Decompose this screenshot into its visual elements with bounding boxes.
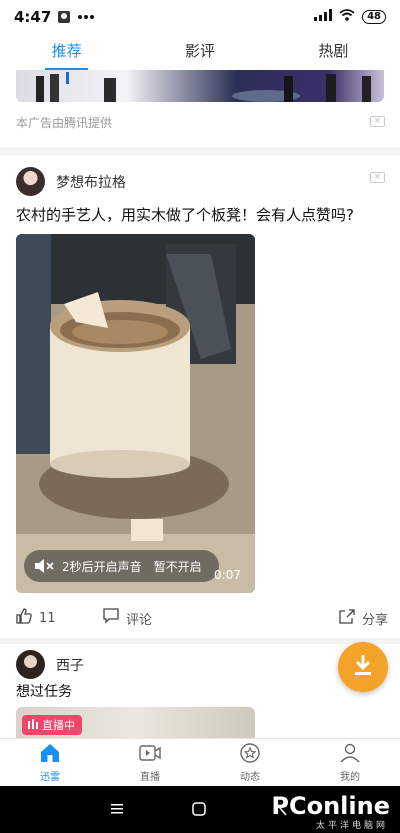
video-player[interactable]: 2秒后开启声音 暂不开启 0:07 — [16, 234, 255, 593]
live-bars-icon — [28, 718, 38, 732]
sound-tip-bar: 2秒后开启声音 暂不开启 — [24, 550, 219, 582]
nav-home[interactable]: 迅雷 — [0, 739, 100, 786]
download-icon — [351, 653, 375, 681]
download-fab[interactable] — [338, 642, 388, 692]
avatar[interactable] — [16, 167, 45, 196]
menu-icon[interactable] — [110, 801, 124, 820]
nav-profile-label: 我的 — [340, 771, 360, 783]
status-bar: 4:47 48 — [0, 0, 400, 34]
mute-icon[interactable] — [34, 558, 56, 574]
battery-indicator: 48 — [362, 10, 386, 24]
home-square-icon[interactable] — [192, 801, 206, 820]
comment-icon — [103, 608, 119, 628]
share-label: 分享 — [362, 612, 389, 628]
share-icon — [339, 608, 355, 628]
sound-tip-text: 2秒后开启声音 — [62, 559, 142, 574]
tab-reviews[interactable]: 影评 — [133, 34, 266, 70]
comment-label: 评论 — [126, 612, 153, 628]
person-icon — [339, 743, 361, 766]
post-author[interactable]: 西子 — [56, 655, 84, 675]
wifi-icon — [339, 9, 355, 25]
signal-icon — [314, 9, 333, 25]
ad-close-icon[interactable]: × — [370, 116, 385, 127]
share-button[interactable]: 分享 — [339, 608, 388, 628]
star-circle-icon — [239, 742, 261, 766]
post-author[interactable]: 梦想布拉格 — [56, 172, 126, 192]
tab-recommend[interactable]: 推荐 — [0, 34, 133, 70]
live-video-icon — [139, 743, 161, 766]
comment-button[interactable]: 评论 — [103, 608, 152, 628]
home-icon — [39, 743, 61, 766]
live-badge-label: 直播中 — [42, 719, 75, 732]
notification-icon — [57, 10, 71, 24]
top-tabs: 推荐 影评 热剧 — [0, 34, 400, 70]
video-duration: 0:07 — [214, 568, 241, 582]
feed-divider — [0, 638, 400, 644]
ad-banner-image[interactable] — [16, 70, 384, 102]
nav-feed-label: 动态 — [240, 771, 260, 783]
like-button[interactable]: 11 — [16, 608, 56, 628]
post-actions: 11 评论 分享 — [0, 604, 400, 630]
post-close-icon[interactable]: × — [370, 172, 385, 183]
live-badge: 直播中 — [22, 715, 82, 735]
nav-home-label: 迅雷 — [40, 771, 60, 783]
video-thumbnail — [16, 234, 255, 593]
nav-feed[interactable]: 动态 — [200, 739, 300, 786]
ad-source-note: 本广告由腾讯提供 — [16, 116, 113, 130]
feed-divider — [0, 147, 400, 155]
bottom-nav: 迅雷 直播 动态 我的 — [0, 738, 400, 786]
nav-profile[interactable]: 我的 — [300, 739, 400, 786]
sound-off-button[interactable]: 暂不开启 — [154, 558, 202, 575]
more-dots-icon — [77, 14, 95, 20]
thumbs-up-icon — [16, 608, 32, 628]
pconline-watermark-sub: 太平洋电脑网 — [315, 821, 388, 831]
post-title[interactable]: 农村的手艺人，用实木做了个板凳！会有人点赞吗? — [16, 204, 354, 225]
live-thumbnail[interactable]: 直播中 — [16, 707, 255, 738]
post-title[interactable]: 想过任务 — [16, 681, 72, 701]
status-time: 4:47 — [14, 8, 52, 26]
nav-live-label: 直播 — [140, 771, 160, 783]
tab-hot-series[interactable]: 热剧 — [267, 34, 400, 70]
avatar[interactable] — [16, 650, 45, 679]
nav-live[interactable]: 直播 — [100, 739, 200, 786]
pconline-watermark: PConline — [271, 792, 390, 820]
like-count: 11 — [39, 610, 56, 626]
